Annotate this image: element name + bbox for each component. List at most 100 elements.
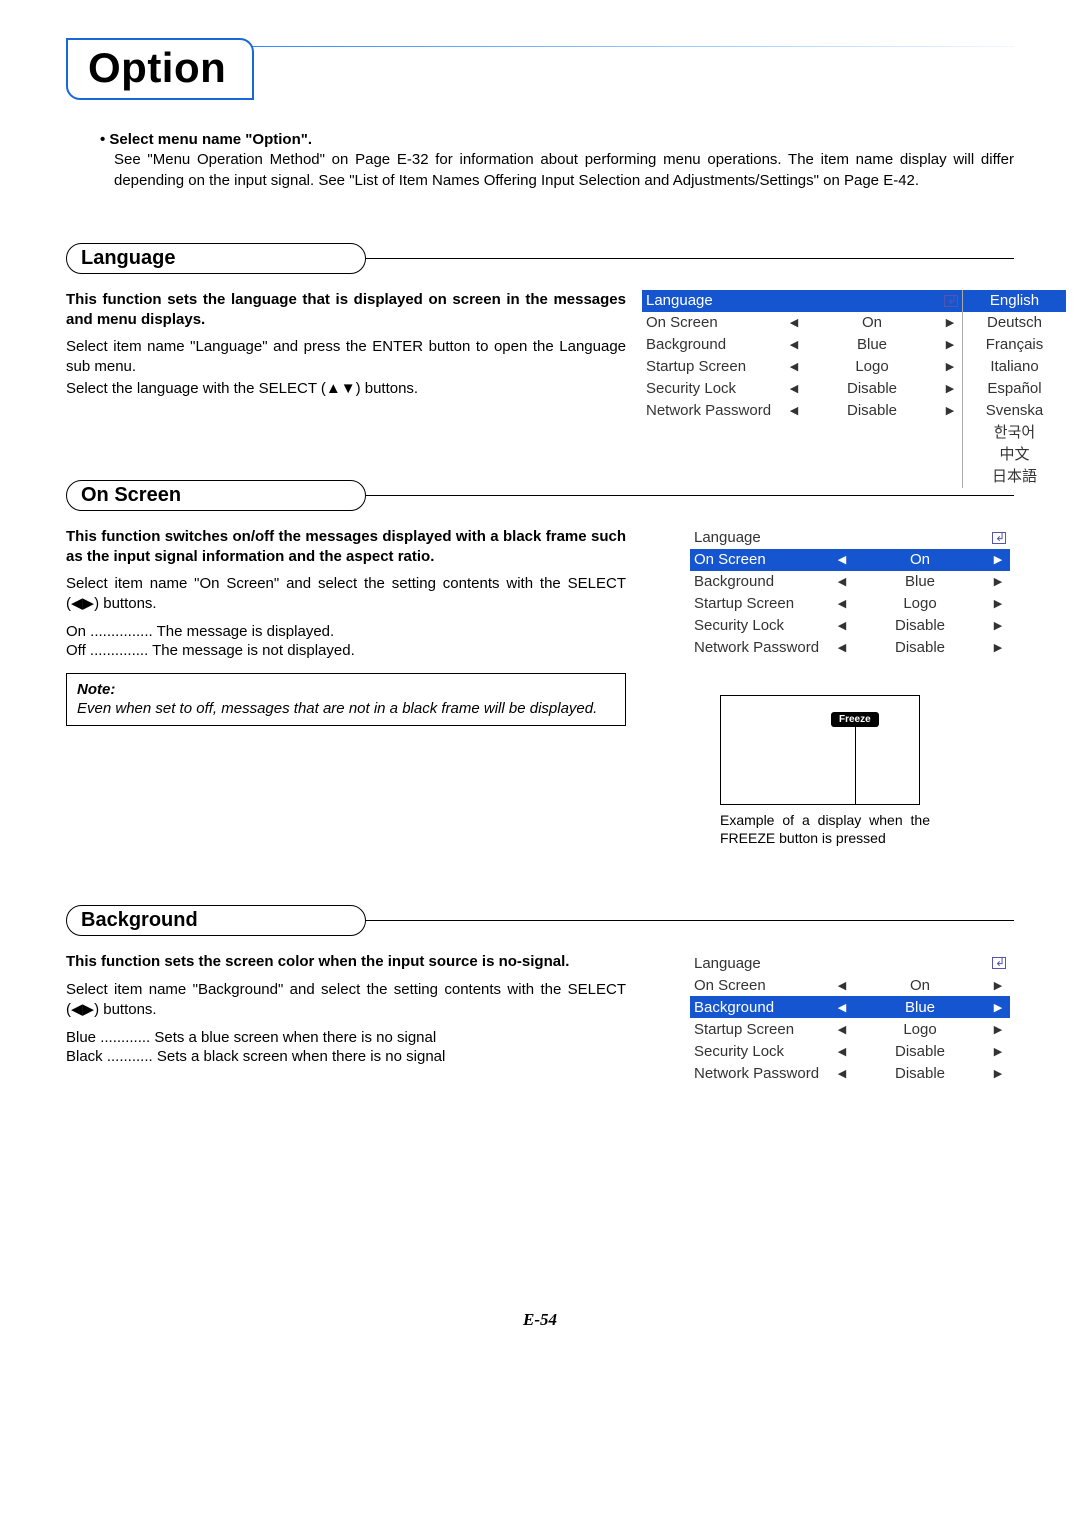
freeze-display-box: Freeze <box>720 695 920 805</box>
osd-row-label: Startup Screen <box>690 1021 830 1038</box>
onscreen-note: Note: Even when set to off, messages tha… <box>66 673 626 726</box>
freeze-badge: Freeze <box>831 712 879 727</box>
intro-body: See "Menu Operation Method" on Page E-32… <box>114 150 1014 191</box>
section-language: Language This function sets the language… <box>66 243 1014 422</box>
osd-menu-onscreen: LanguageOn Screen◀On▶Background◀Blue▶ Sta… <box>690 527 1010 659</box>
osd-row: On Screen◀On▶ <box>642 312 962 334</box>
osd-row-label: On Screen <box>690 977 830 994</box>
triangle-left-icon: ◀ <box>782 338 806 351</box>
osd-row-value: Logo <box>854 1021 986 1038</box>
osd-row-label: Security Lock <box>690 617 830 634</box>
triangle-right-icon: ▶ <box>986 1067 1010 1080</box>
osd-row: Network Password◀Disable▶ <box>642 400 962 422</box>
triangle-right-icon: ▶ <box>986 1045 1010 1058</box>
background-summary: This function sets the screen color when… <box>66 952 626 972</box>
osd-row-value: Disable <box>854 639 986 656</box>
triangle-left-icon: ◀ <box>830 1023 854 1036</box>
osd-row-label: Network Password <box>690 1065 830 1082</box>
osd-row: Security Lock◀Disable▶ <box>690 1040 1010 1062</box>
osd-row: Startup Screen◀Logo▶ <box>642 356 962 378</box>
intro-block: • Select menu name "Option". See "Menu O… <box>100 130 1014 191</box>
triangle-right-icon: ▶ <box>986 553 1010 566</box>
osd-row-label: Startup Screen <box>690 595 830 612</box>
triangle-right-icon: ▶ <box>938 382 962 395</box>
triangle-left-icon: ◀ <box>782 360 806 373</box>
page-number: E-54 <box>0 1310 1080 1330</box>
osd-row-value: On <box>854 977 986 994</box>
osd-row: Language <box>690 952 1010 974</box>
osd-row: Language <box>690 527 1010 549</box>
triangle-left-icon: ◀ <box>830 641 854 654</box>
page-title-pill: Option <box>66 38 254 100</box>
osd-row-label: Background <box>642 336 782 353</box>
triangle-right-icon: ▶ <box>938 360 962 373</box>
triangle-right-icon: ▶ <box>986 619 1010 632</box>
enter-icon <box>992 532 1006 544</box>
heading-language: Language <box>66 243 366 274</box>
osd-row: Language <box>642 290 962 312</box>
freeze-caption: Example of a display when the FREEZE but… <box>720 811 930 847</box>
onscreen-summary: This function switches on/off the messag… <box>66 527 626 567</box>
background-def-blue: Blue ............ Sets a blue screen whe… <box>66 1028 626 1048</box>
osd-row-value: Disable <box>854 1043 986 1060</box>
language-option: Italiano <box>963 356 1066 378</box>
triangle-right-icon: ▶ <box>938 316 962 329</box>
heading-background: Background <box>66 905 366 936</box>
language-summary: This function sets the language that is … <box>66 290 626 330</box>
osd-row: Security Lock◀Disable▶ <box>642 378 962 400</box>
osd-row-value: Disable <box>854 1065 986 1082</box>
onscreen-defs: On ............... The message is displa… <box>66 622 626 661</box>
osd-row-label: Startup Screen <box>642 358 782 375</box>
section-background: Background This function sets the screen… <box>66 905 1014 1084</box>
triangle-right-icon: ▶ <box>986 641 1010 654</box>
triangle-left-icon: ◀ <box>830 979 854 992</box>
language-option: Deutsch <box>963 312 1066 334</box>
enter-icon <box>992 957 1006 969</box>
triangle-left-icon: ◀ <box>830 575 854 588</box>
triangle-left-icon: ◀ <box>782 382 806 395</box>
osd-row-label: Security Lock <box>642 380 782 397</box>
freeze-example: Freeze Example of a display when the FRE… <box>720 695 920 847</box>
language-option: 한국어 <box>963 422 1066 444</box>
osd-row: Network Password◀Disable▶ <box>690 637 1010 659</box>
language-option: Svenska <box>963 400 1066 422</box>
triangle-right-icon: ▶ <box>986 575 1010 588</box>
language-option: Español <box>963 378 1066 400</box>
osd-row: Background◀Blue▶ <box>690 571 1010 593</box>
osd-row-value: Disable <box>806 402 938 419</box>
triangle-left-icon: ◀ <box>830 597 854 610</box>
page-title: Option <box>88 44 226 91</box>
triangle-right-icon: ▶ <box>986 1001 1010 1014</box>
section-rule <box>354 258 1014 259</box>
onscreen-def-off: Off .............. The message is not di… <box>66 641 626 661</box>
osd-row-value: Disable <box>854 617 986 634</box>
osd-row-value: On <box>854 551 986 568</box>
enter-icon <box>944 295 958 307</box>
background-def-black: Black ........... Sets a black screen wh… <box>66 1047 626 1067</box>
osd-menu-language: LanguageOn Screen◀On▶Background◀Blue▶Sta… <box>642 290 962 422</box>
language-option: Français <box>963 334 1066 356</box>
intro-bullet: • Select menu name "Option". <box>100 130 1014 150</box>
osd-row-label: Security Lock <box>690 1043 830 1060</box>
background-defs: Blue ............ Sets a blue screen whe… <box>66 1028 626 1067</box>
osd-row: On Screen◀On▶ <box>690 549 1010 571</box>
triangle-right-icon: ▶ <box>986 597 1010 610</box>
osd-row-label: Language <box>642 292 782 309</box>
language-p1: Select item name "Language" and press th… <box>66 337 626 377</box>
osd-row-label: Network Password <box>690 639 830 656</box>
osd-row: Security Lock◀Disable▶ <box>690 615 1010 637</box>
section-onscreen: On Screen This function switches on/off … <box>66 480 1014 847</box>
osd-row-value: Logo <box>854 595 986 612</box>
language-list: EnglishDeutschFrançaisItalianoEspañolSve… <box>962 290 1066 488</box>
triangle-right-icon: ▶ <box>938 338 962 351</box>
osd-row: Startup Screen◀Logo▶ <box>690 1018 1010 1040</box>
note-heading: Note: <box>77 680 615 700</box>
triangle-left-icon: ◀ <box>830 1001 854 1014</box>
osd-row-label: Language <box>690 955 830 972</box>
triangle-right-icon: ▶ <box>938 404 962 417</box>
osd-row: Background◀Blue▶ <box>642 334 962 356</box>
triangle-left-icon: ◀ <box>782 316 806 329</box>
osd-row-label: Network Password <box>642 402 782 419</box>
note-body: Even when set to off, messages that are … <box>77 699 615 719</box>
page-title-wrap: Option <box>66 38 1014 100</box>
